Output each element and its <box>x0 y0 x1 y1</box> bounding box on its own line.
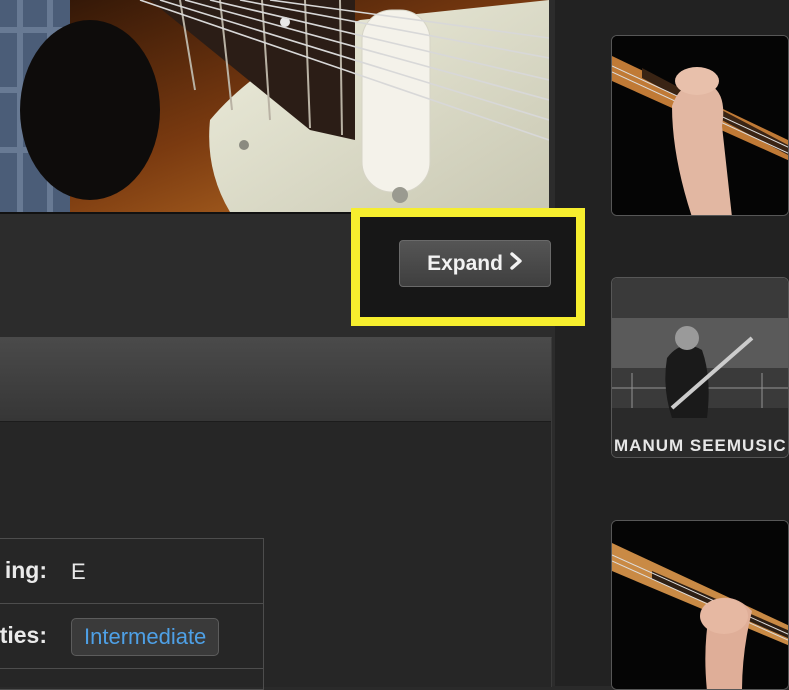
detail-label: ing: <box>4 557 47 583</box>
detail-row-tuning: ing: E <box>0 539 263 604</box>
detail-row-next <box>0 669 263 689</box>
video-frame-image <box>0 0 549 212</box>
thumbnail-image <box>612 521 788 689</box>
chevron-right-icon <box>509 251 523 274</box>
thumbnail-image <box>612 278 788 457</box>
video-player[interactable] <box>0 0 549 214</box>
thumbnail-caption: MANUM SEEMUSIC <box>614 436 787 455</box>
expand-button-label: Expand <box>427 251 503 275</box>
lesson-details-table: ing: E ties: Intermediate <box>0 538 264 690</box>
detail-label: ties: <box>0 622 47 648</box>
related-video-thumbnail-1[interactable] <box>611 35 789 216</box>
detail-row-difficulties: ties: Intermediate <box>0 604 263 669</box>
difficulty-tag[interactable]: Intermediate <box>71 618 220 656</box>
detail-value: E <box>71 559 86 584</box>
thumbnail-image <box>612 36 788 215</box>
panel-header <box>0 338 551 422</box>
related-video-thumbnail-3[interactable] <box>611 520 789 690</box>
expand-button[interactable]: Expand <box>399 240 551 287</box>
related-video-thumbnail-2[interactable]: MANUM SEEMUSIC <box>611 277 789 458</box>
